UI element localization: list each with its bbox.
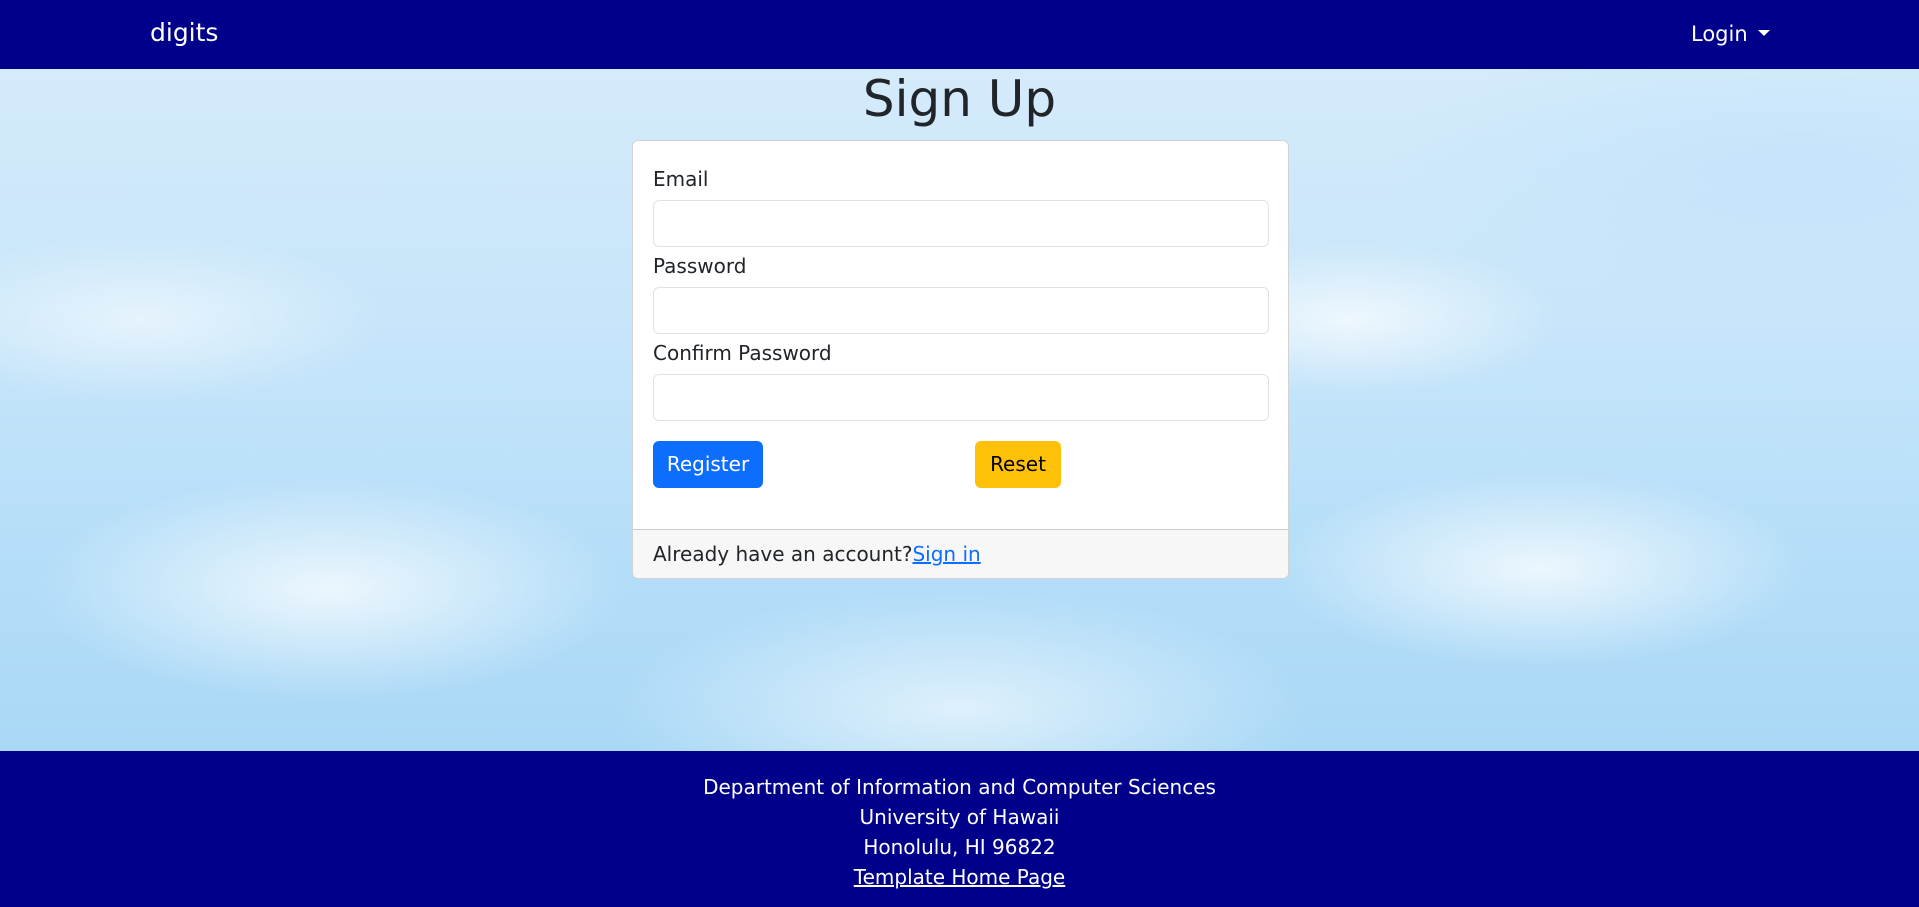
signup-card: Email Password Confirm Password Register… — [632, 140, 1289, 579]
confirm-password-field[interactable] — [653, 374, 1269, 421]
caret-down-icon — [1758, 30, 1771, 36]
top-navbar: digits Login — [0, 0, 1919, 69]
login-dropdown-toggle[interactable]: Login — [1691, 20, 1771, 48]
footer-department: Department of Information and Computer S… — [703, 775, 1216, 799]
page-title: Sign Up — [862, 70, 1057, 128]
footer-address: Honolulu, HI 96822 — [863, 835, 1056, 859]
signin-link[interactable]: Sign in — [912, 542, 980, 566]
card-footer: Already have an account?Sign in — [633, 529, 1288, 578]
register-button[interactable]: Register — [653, 441, 763, 488]
password-label: Password — [653, 254, 747, 278]
login-label: Login — [1691, 22, 1748, 46]
brand-link[interactable]: digits — [150, 17, 218, 49]
footer-university: University of Hawaii — [859, 805, 1060, 829]
email-field[interactable] — [653, 200, 1269, 247]
account-prompt: Already have an account? — [653, 542, 913, 566]
email-label: Email — [653, 167, 709, 191]
confirm-password-label: Confirm Password — [653, 341, 832, 365]
reset-button[interactable]: Reset — [975, 441, 1061, 488]
template-home-link[interactable]: Template Home Page — [854, 865, 1065, 889]
page-footer: Department of Information and Computer S… — [0, 751, 1919, 907]
password-field[interactable] — [653, 287, 1269, 334]
